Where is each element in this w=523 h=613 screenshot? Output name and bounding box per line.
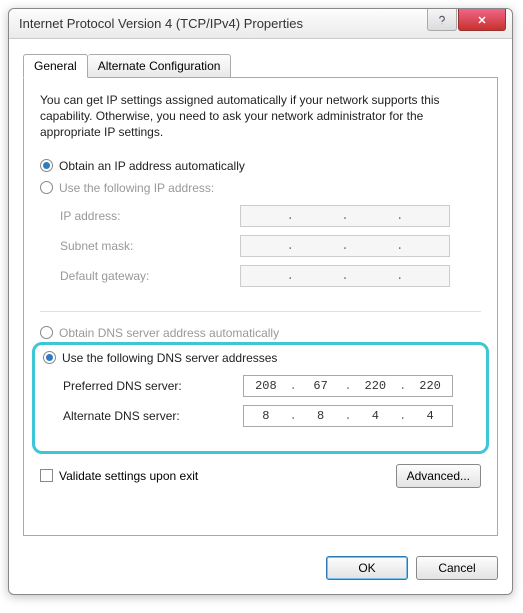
octet[interactable]: 208	[246, 379, 286, 393]
dns-highlight-box: Use the following DNS server addresses P…	[32, 342, 489, 454]
radio-obtain-ip-auto[interactable]: Obtain an IP address automatically	[40, 159, 481, 173]
advanced-button[interactable]: Advanced...	[396, 464, 481, 488]
dialog-body: General Alternate Configuration You can …	[9, 39, 512, 546]
field-ip-address: ...	[240, 205, 450, 227]
row-subnet-mask: Subnet mask: ...	[60, 235, 481, 257]
radio-icon	[40, 159, 53, 172]
octet[interactable]: 4	[410, 409, 450, 423]
ok-button[interactable]: OK	[326, 556, 408, 580]
tab-general[interactable]: General	[23, 54, 88, 78]
cancel-button[interactable]: Cancel	[416, 556, 498, 580]
radio-label: Obtain an IP address automatically	[59, 159, 245, 173]
radio-icon	[43, 351, 56, 364]
titlebar: Internet Protocol Version 4 (TCP/IPv4) P…	[9, 9, 512, 39]
radio-icon	[40, 181, 53, 194]
row-alternate-dns: Alternate DNS server: 8. 8. 4. 4	[63, 405, 478, 427]
field-preferred-dns[interactable]: 208. 67. 220. 220	[243, 375, 453, 397]
row-preferred-dns: Preferred DNS server: 208. 67. 220. 220	[63, 375, 478, 397]
close-icon	[476, 14, 488, 26]
divider	[40, 311, 481, 312]
dialog-footer: OK Cancel	[9, 546, 512, 594]
radio-use-following-dns[interactable]: Use the following DNS server addresses	[43, 351, 478, 365]
radio-label: Use the following DNS server addresses	[62, 351, 277, 365]
help-icon	[436, 14, 448, 26]
radio-label: Use the following IP address:	[59, 181, 214, 195]
checkbox-icon	[40, 469, 53, 482]
help-button[interactable]	[427, 9, 457, 31]
dialog-window: Internet Protocol Version 4 (TCP/IPv4) P…	[8, 8, 513, 595]
tab-panel-general: You can get IP settings assigned automat…	[23, 77, 498, 536]
label-alternate-dns: Alternate DNS server:	[63, 409, 243, 423]
title-buttons	[427, 9, 512, 31]
radio-label: Obtain DNS server address automatically	[59, 326, 279, 340]
field-alternate-dns[interactable]: 8. 8. 4. 4	[243, 405, 453, 427]
field-default-gateway: ...	[240, 265, 450, 287]
field-subnet-mask: ...	[240, 235, 450, 257]
radio-obtain-dns-auto[interactable]: Obtain DNS server address automatically	[40, 326, 481, 340]
octet[interactable]: 4	[355, 409, 395, 423]
dns-address-group: Preferred DNS server: 208. 67. 220. 220 …	[43, 373, 478, 447]
row-default-gateway: Default gateway: ...	[60, 265, 481, 287]
label-ip-address: IP address:	[60, 209, 240, 223]
radio-use-following-ip[interactable]: Use the following IP address:	[40, 181, 481, 195]
tab-strip: General Alternate Configuration	[23, 54, 498, 78]
window-title: Internet Protocol Version 4 (TCP/IPv4) P…	[19, 16, 303, 31]
checkbox-validate-on-exit[interactable]: Validate settings upon exit Advanced...	[40, 464, 481, 488]
label-subnet-mask: Subnet mask:	[60, 239, 240, 253]
radio-icon	[40, 326, 53, 339]
octet[interactable]: 220	[410, 379, 450, 393]
checkbox-label: Validate settings upon exit	[59, 469, 198, 483]
octet[interactable]: 8	[301, 409, 341, 423]
octet[interactable]: 8	[246, 409, 286, 423]
label-preferred-dns: Preferred DNS server:	[63, 379, 243, 393]
close-button[interactable]	[458, 9, 506, 31]
octet[interactable]: 220	[355, 379, 395, 393]
octet[interactable]: 67	[301, 379, 341, 393]
tab-alternate-configuration[interactable]: Alternate Configuration	[88, 54, 232, 78]
label-default-gateway: Default gateway:	[60, 269, 240, 283]
intro-text: You can get IP settings assigned automat…	[40, 92, 481, 141]
ip-address-group: IP address: ... Subnet mask: ... Default…	[40, 203, 481, 307]
row-ip-address: IP address: ...	[60, 205, 481, 227]
